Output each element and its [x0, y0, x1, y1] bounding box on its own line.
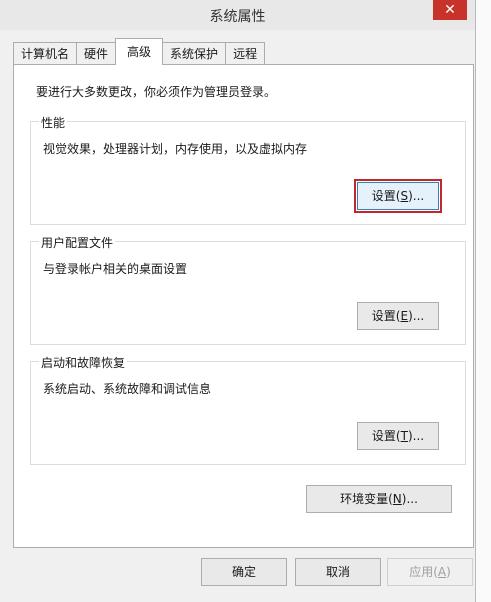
tab-remote[interactable]: 远程 [225, 42, 266, 64]
apply-button[interactable]: 应用(A) [387, 558, 473, 586]
background-window-strip [476, 0, 491, 602]
admin-note: 要进行大多数更改，你必须作为管理员登录。 [36, 85, 277, 99]
performance-desc: 视觉效果，处理器计划，内存使用，以及虚拟内存 [43, 142, 308, 156]
startup-recovery-settings-button[interactable]: 设置(T)... [357, 422, 439, 450]
title-bar[interactable]: 系统属性 ✕ [0, 0, 475, 30]
performance-settings-button[interactable]: 设置(S)... [354, 179, 442, 213]
user-profiles-group: 用户配置文件 与登录帐户相关的桌面设置 设置(E)... [30, 234, 466, 345]
user-profiles-title: 用户配置文件 [39, 234, 116, 251]
tab-hardware[interactable]: 硬件 [76, 42, 117, 64]
user-profiles-settings-button[interactable]: 设置(E)... [357, 302, 439, 330]
performance-title: 性能 [39, 114, 68, 131]
close-button[interactable]: ✕ [433, 0, 467, 20]
ok-button[interactable]: 确定 [201, 558, 287, 586]
window-title: 系统属性 [209, 9, 266, 25]
tab-system-protection[interactable]: 系统保护 [162, 42, 227, 64]
startup-recovery-group: 启动和故障恢复 系统启动、系统故障和调试信息 设置(T)... [30, 354, 466, 465]
user-profiles-desc: 与登录帐户相关的桌面设置 [43, 262, 188, 276]
close-icon: ✕ [444, 2, 456, 18]
tab-advanced[interactable]: 高级 [115, 38, 164, 65]
startup-recovery-desc: 系统启动、系统故障和调试信息 [43, 382, 212, 396]
advanced-tab-panel: 要进行大多数更改，你必须作为管理员登录。 性能 视觉效果，处理器计划，内存使用，… [13, 64, 474, 548]
tab-strip: 计算机名 硬件 高级 系统保护 远程 [13, 38, 266, 65]
system-properties-window: 系统属性 ✕ 计算机名 硬件 高级 系统保护 远程 要进行大多数更改，你必须作为… [0, 0, 476, 602]
startup-recovery-title: 启动和故障恢复 [39, 354, 128, 371]
cancel-button[interactable]: 取消 [295, 558, 381, 586]
tab-computer-name[interactable]: 计算机名 [13, 42, 78, 64]
environment-variables-button[interactable]: 环境变量(N)... [306, 485, 452, 513]
performance-group: 性能 视觉效果，处理器计划，内存使用，以及虚拟内存 设置(S)... [30, 114, 466, 225]
